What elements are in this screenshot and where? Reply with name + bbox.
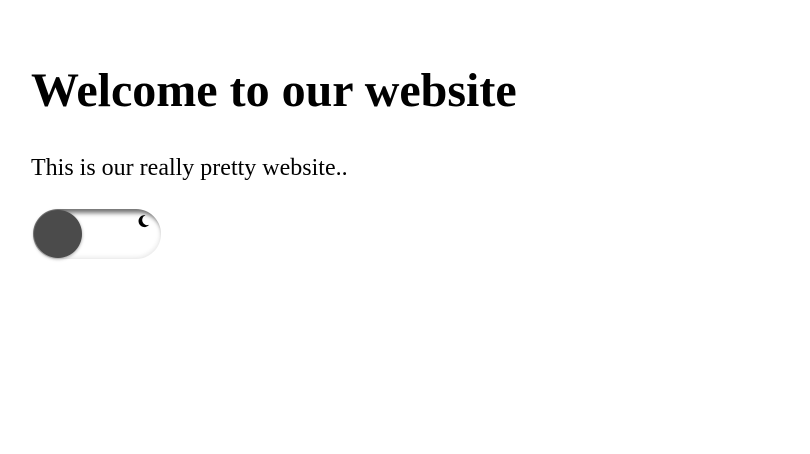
toggle-knob[interactable] bbox=[34, 210, 82, 258]
page-title: Welcome to our website bbox=[31, 64, 517, 117]
page: Welcome to our website This is our reall… bbox=[0, 0, 810, 454]
moon-icon bbox=[138, 215, 150, 228]
theme-toggle[interactable] bbox=[33, 209, 161, 259]
page-description: This is our really pretty website.. bbox=[31, 155, 348, 181]
